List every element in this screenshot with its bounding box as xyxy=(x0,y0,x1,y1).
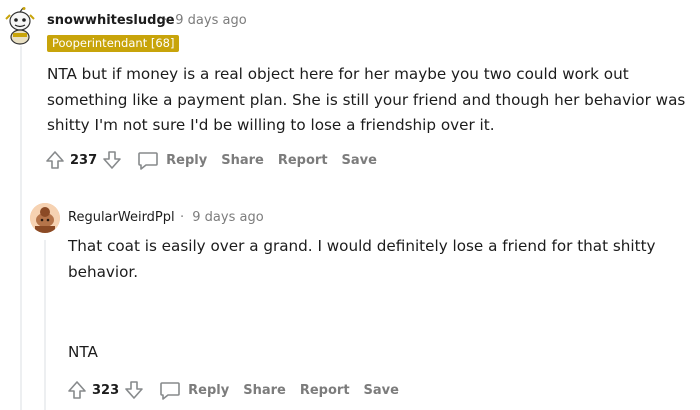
comment-body: NTA xyxy=(68,340,668,366)
reply-label: Reply xyxy=(188,382,230,398)
comment-time[interactable]: 9 days ago xyxy=(175,13,246,28)
downvote-icon[interactable] xyxy=(101,149,123,171)
comment-body-text: NTA but if money is a real object here f… xyxy=(47,65,686,134)
thread-line-top[interactable] xyxy=(20,46,22,410)
share-button[interactable]: Share xyxy=(243,383,286,398)
comment-body: That coat is easily over a grand. I woul… xyxy=(68,234,668,285)
meta-separator: · xyxy=(163,13,168,28)
user-flair: Pooperintendant [68] xyxy=(47,35,180,52)
thread-line-reply[interactable] xyxy=(44,240,46,410)
upvote-icon[interactable] xyxy=(44,149,66,171)
upvote-icon[interactable] xyxy=(66,379,88,401)
downvote-icon[interactable] xyxy=(123,379,145,401)
avatar[interactable] xyxy=(4,7,36,45)
comment-timestamp[interactable]: · 9 days ago xyxy=(163,13,247,28)
comment-timestamp[interactable]: · 9 days ago xyxy=(180,210,264,225)
share-button[interactable]: Share xyxy=(221,153,264,168)
report-button[interactable]: Report xyxy=(278,153,328,168)
comment-icon xyxy=(160,382,180,400)
comment-body-paragraph: That coat is easily over a grand. I woul… xyxy=(68,237,656,281)
snoo-avatar-icon xyxy=(5,7,35,45)
comment-body-paragraph: NTA xyxy=(68,343,98,361)
comment-body: NTA but if money is a real object here f… xyxy=(47,62,687,139)
reply-label: Reply xyxy=(166,152,208,168)
reply-button[interactable]: Reply xyxy=(137,150,207,170)
save-button[interactable]: Save xyxy=(364,383,399,398)
comment-time[interactable]: 9 days ago xyxy=(192,210,263,225)
comment-username[interactable]: RegularWeirdPpl xyxy=(68,210,175,225)
snoo-avatar-orange-icon xyxy=(30,203,60,233)
reply-button[interactable]: Reply xyxy=(159,380,229,400)
save-button[interactable]: Save xyxy=(342,153,377,168)
comment-icon xyxy=(138,152,158,170)
meta-separator: · xyxy=(180,210,185,225)
report-button[interactable]: Report xyxy=(300,383,350,398)
comment-actions: 237 Reply Share Report Save xyxy=(44,148,377,172)
vote-score: 323 xyxy=(92,382,120,398)
avatar[interactable] xyxy=(30,203,60,233)
vote-score: 237 xyxy=(70,152,98,168)
comment-actions: 323 Reply Share Report Save xyxy=(66,378,399,402)
comment-username[interactable]: snowwhitesludge xyxy=(47,13,175,28)
